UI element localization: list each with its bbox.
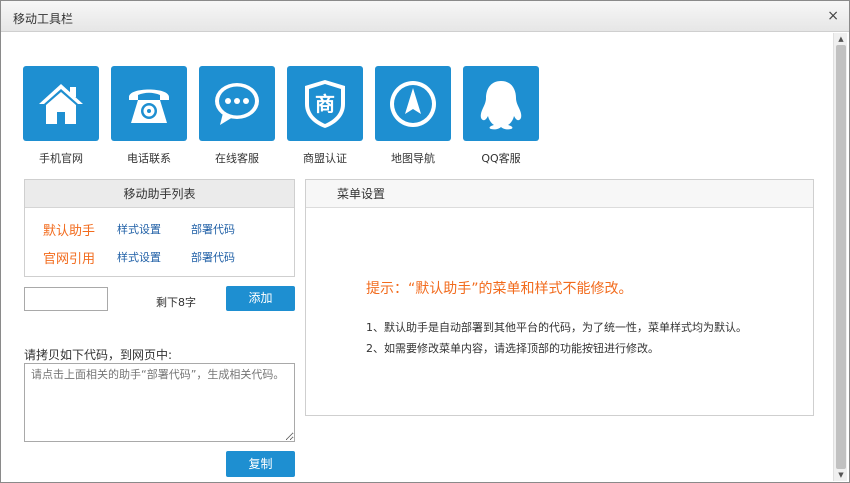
code-textarea[interactable] bbox=[24, 363, 295, 442]
icon-label: 商盟认证 bbox=[303, 152, 347, 165]
icon-label: 地图导航 bbox=[391, 152, 435, 165]
note-line: 2、如需要修改菜单内容，请选择顶部的功能按钮进行修改。 bbox=[366, 342, 659, 355]
copy-code-label: 请拷贝如下代码，到网页中: bbox=[24, 348, 173, 362]
qq-penguin-icon[interactable] bbox=[463, 66, 539, 141]
compass-icon[interactable] bbox=[375, 66, 451, 141]
menu-settings-panel: 菜单设置 提示：“默认助手”的菜单和样式不能修改。 1、默认助手是自动部署到其他… bbox=[305, 179, 814, 416]
tool-mobile-site[interactable]: 手机官网 bbox=[23, 66, 99, 166]
tool-phone-contact[interactable]: 电话联系 bbox=[111, 66, 187, 166]
scroll-down-icon[interactable]: ▼ bbox=[834, 469, 848, 481]
tool-merchant-cert[interactable]: 商 商盟认证 bbox=[287, 66, 363, 166]
tip-message: 提示：“默认助手”的菜单和样式不能修改。 bbox=[366, 281, 633, 297]
style-settings-link[interactable]: 样式设置 bbox=[117, 221, 161, 237]
tool-qq-service[interactable]: QQ客服 bbox=[463, 66, 539, 166]
style-settings-link[interactable]: 样式设置 bbox=[117, 249, 161, 265]
home-icon[interactable] bbox=[23, 66, 99, 141]
assistant-name-default[interactable]: 默认助手 bbox=[43, 220, 95, 239]
icon-label: QQ客服 bbox=[481, 152, 521, 165]
shield-glyph: 商 bbox=[315, 92, 335, 116]
scroll-up-icon[interactable]: ▲ bbox=[834, 33, 848, 45]
shield-icon[interactable]: 商 bbox=[287, 66, 363, 141]
vertical-scrollbar[interactable]: ▲ ▼ bbox=[833, 33, 847, 481]
assistant-list-title: 移动助手列表 bbox=[25, 180, 294, 208]
tool-online-service[interactable]: 在线客服 bbox=[199, 66, 275, 166]
menu-settings-title: 菜单设置 bbox=[306, 180, 813, 208]
list-item: 默认助手 样式设置 部署代码 bbox=[25, 220, 294, 240]
note-line: 1、默认助手是自动部署到其他平台的代码，为了统一性，菜单样式均为默认。 bbox=[366, 321, 747, 334]
telephone-icon[interactable] bbox=[111, 66, 187, 141]
close-icon[interactable]: × bbox=[827, 8, 839, 24]
add-button[interactable]: 添加 bbox=[226, 286, 295, 311]
icon-label: 电话联系 bbox=[127, 152, 171, 165]
icon-label: 手机官网 bbox=[39, 152, 83, 165]
assistant-name-input[interactable] bbox=[24, 287, 108, 311]
assistant-name-site[interactable]: 官网引用 bbox=[43, 248, 95, 267]
scrollbar-thumb[interactable] bbox=[836, 45, 846, 469]
icon-label: 在线客服 bbox=[215, 152, 259, 165]
tool-window: 移动工具栏 × 手机官网 电话联系 在线客服 商 商盟认证 地图导航 QQ客服 … bbox=[0, 0, 850, 483]
content-area: 手机官网 电话联系 在线客服 商 商盟认证 地图导航 QQ客服 移动助手列表 默… bbox=[5, 33, 833, 481]
list-item: 官网引用 样式设置 部署代码 bbox=[25, 248, 294, 268]
chat-bubble-icon[interactable] bbox=[199, 66, 275, 141]
copy-button[interactable]: 复制 bbox=[226, 451, 295, 477]
assistant-list-panel: 移动助手列表 默认助手 样式设置 部署代码 官网引用 样式设置 部署代码 bbox=[24, 179, 295, 277]
deploy-code-link[interactable]: 部署代码 bbox=[191, 249, 235, 265]
tool-map-navigation[interactable]: 地图导航 bbox=[375, 66, 451, 166]
title-bar: 移动工具栏 × bbox=[1, 1, 849, 32]
deploy-code-link[interactable]: 部署代码 bbox=[191, 221, 235, 237]
remaining-chars: 剩下8字 bbox=[156, 296, 196, 309]
window-title: 移动工具栏 bbox=[13, 12, 74, 26]
